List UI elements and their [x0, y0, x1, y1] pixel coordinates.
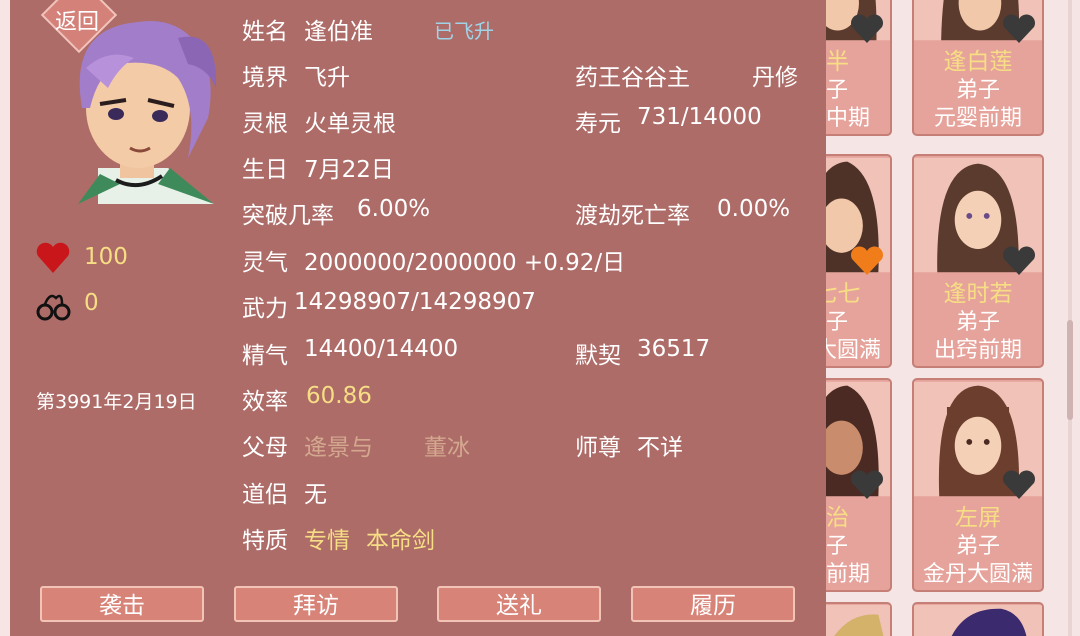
character-card[interactable]: 逢白莲 弟子 元婴前期: [912, 0, 1044, 136]
tribulation-value: 0.00%: [717, 196, 791, 222]
card-rank: 化神大圆满: [826, 338, 881, 363]
birthday-value: 7月22日: [304, 157, 394, 183]
back-button-label: 返回: [54, 10, 99, 35]
history-button[interactable]: 履历: [631, 586, 795, 622]
character-card[interactable]: 逢半 弟子 出窍中期: [826, 0, 892, 136]
father-link[interactable]: 逄景与: [304, 428, 373, 462]
heart-icon: [1003, 14, 1035, 44]
efficiency-label: 效率: [242, 389, 288, 415]
character-card[interactable]: 左屏 弟子 金丹大圆满: [912, 378, 1044, 592]
portrait-image: [914, 604, 1042, 636]
lifespan-value: 731/14000: [637, 104, 762, 130]
breakthrough-value: 6.00%: [357, 196, 431, 222]
character-card[interactable]: 逢时若 弟子 出窍前期: [912, 154, 1044, 368]
card-rank: 出窍中期: [826, 106, 870, 131]
trait-item[interactable]: 专情: [304, 521, 350, 555]
traits-label: 特质: [242, 528, 288, 554]
character-card[interactable]: [912, 602, 1044, 636]
game-date: 第3991年2月19日: [36, 391, 197, 413]
card-name: 左屏: [955, 505, 1001, 531]
card-name: 逢时若: [943, 281, 1013, 307]
ascended-badge: 已飞升: [434, 19, 494, 43]
essence-value: 14400/14400: [304, 336, 459, 362]
card-rank: 元婴前期: [933, 106, 1022, 131]
qi-value: 2000000/2000000 +0.92/日: [304, 250, 626, 276]
tacit-value: 36517: [637, 336, 711, 362]
mother-link[interactable]: 董冰: [424, 428, 470, 462]
master-value: 不详: [637, 435, 683, 461]
realm-label: 境界: [242, 65, 288, 91]
card-rank: 化神前期: [826, 562, 870, 587]
efficiency-value: 60.86: [306, 383, 372, 409]
essence-label: 精气: [242, 343, 288, 369]
card-name: 逢七七: [826, 281, 861, 307]
card-rank: 出窍前期: [933, 338, 1022, 363]
heart-icon: [1003, 470, 1035, 499]
handcuffs-icon: [36, 294, 71, 321]
character-grid[interactable]: 逢半 弟子 出窍中期 逢白莲 弟子 元婴前期 逢七七 弟子 化神大圆满: [826, 0, 1080, 636]
character-card[interactable]: 逢七七 弟子 化神大圆满: [826, 154, 892, 368]
force-value: 14298907/14298907: [294, 289, 536, 315]
breakthrough-label: 突破几率: [242, 203, 334, 229]
birthday-label: 生日: [242, 157, 288, 183]
heart-icon: [851, 246, 883, 275]
partner-label: 道侣: [242, 482, 288, 508]
lifespan-label: 寿元: [575, 111, 621, 137]
health-value: 100: [84, 244, 128, 270]
card-name: 逢治: [826, 505, 849, 531]
sect-title: 药王谷谷主: [575, 65, 690, 91]
health-heart-icon: [36, 242, 70, 273]
partner-value: 无: [304, 482, 327, 508]
character-name: 逢伯准: [304, 19, 373, 45]
force-label: 武力: [242, 296, 288, 322]
realm-value: 飞升: [304, 65, 350, 91]
visit-button[interactable]: 拜访: [234, 586, 398, 622]
back-button[interactable]: 返回: [40, 0, 118, 54]
tacit-label: 默契: [575, 343, 621, 369]
character-card[interactable]: 逢治 弟子 化神前期: [826, 378, 892, 592]
card-name: 逢半: [826, 49, 849, 75]
trait-item[interactable]: 本命剑: [366, 521, 435, 555]
scrollbar[interactable]: [1066, 0, 1074, 636]
attack-button[interactable]: 袭击: [40, 586, 204, 622]
shackles-value: 0: [84, 290, 99, 316]
gift-button[interactable]: 送礼: [437, 586, 601, 622]
parents-label: 父母: [242, 435, 288, 461]
tribulation-label: 渡劫死亡率: [575, 203, 690, 229]
heart-icon: [851, 14, 883, 44]
profession-value: 丹修: [752, 65, 798, 91]
card-name: 逢白莲: [943, 49, 1013, 75]
character-card[interactable]: [826, 602, 892, 636]
spirit-root-label: 灵根: [242, 111, 288, 137]
spirit-root-value: 火单灵根: [304, 111, 396, 137]
name-label: 姓名: [242, 19, 288, 45]
card-rank: 金丹大圆满: [922, 562, 1033, 587]
qi-label: 灵气: [242, 250, 288, 276]
portrait-image: [826, 604, 890, 636]
master-label: 师尊: [575, 435, 621, 461]
heart-icon: [851, 470, 883, 499]
heart-icon: [1003, 246, 1035, 275]
